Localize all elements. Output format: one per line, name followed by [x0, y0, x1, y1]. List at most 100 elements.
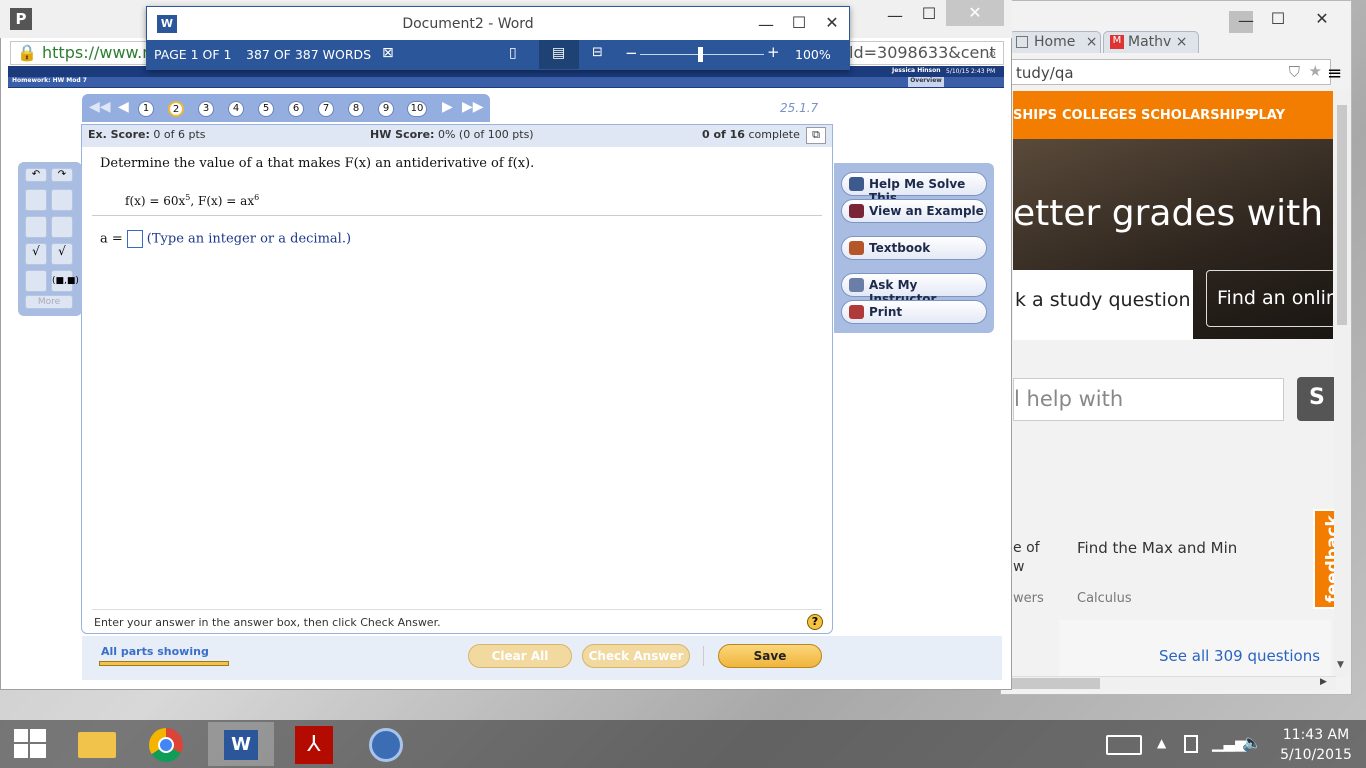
star-icon[interactable]: ★: [1309, 62, 1322, 80]
redo-icon[interactable]: ↷: [51, 168, 73, 182]
next-question-icon[interactable]: ▶: [442, 99, 453, 115]
question-number-current[interactable]: 2: [168, 101, 184, 117]
question-number[interactable]: 6: [288, 101, 304, 117]
sync-app-icon[interactable]: [354, 722, 420, 766]
question-number[interactable]: 3: [198, 101, 214, 117]
mixed-number-icon[interactable]: [51, 189, 73, 211]
hero-heading: etter grades with C: [1013, 193, 1352, 234]
view-example-button[interactable]: View an Example: [841, 199, 987, 223]
zoom-level[interactable]: 100%: [795, 47, 831, 62]
first-question-icon[interactable]: ◀◀: [89, 99, 111, 115]
proofing-icon[interactable]: ⊠: [382, 45, 394, 61]
menu-icon[interactable]: ≡: [1327, 63, 1342, 84]
button-label: View an Example: [869, 204, 984, 218]
last-question-icon[interactable]: ▶▶: [462, 99, 484, 115]
ask-instructor-button[interactable]: Ask My Instructor: [841, 273, 987, 306]
chrome-icon[interactable]: [134, 722, 200, 766]
help-me-solve-button[interactable]: Help Me Solve This: [841, 172, 987, 205]
print-button[interactable]: Print: [841, 300, 987, 324]
minimize-icon[interactable]: —: [880, 6, 910, 25]
print-layout-icon[interactable]: ▤: [552, 45, 565, 61]
exponent-icon[interactable]: [25, 216, 47, 238]
read-mode-icon[interactable]: ▯: [509, 45, 517, 61]
start-icon[interactable]: [14, 729, 46, 759]
interval-icon[interactable]: (■,■): [51, 270, 79, 292]
popout-icon[interactable]: ⧉: [806, 127, 826, 144]
question-number[interactable]: 5: [258, 101, 274, 117]
nav-item[interactable]: COLLEGES: [1062, 108, 1137, 123]
search-button[interactable]: S: [1297, 377, 1337, 421]
check-answer-button[interactable]: Check Answer: [582, 644, 690, 668]
scroll-down-icon[interactable]: ▼: [1337, 660, 1344, 670]
maximize-icon[interactable]: ☐: [1263, 9, 1293, 28]
maximize-icon[interactable]: ☐: [784, 13, 814, 32]
shield-icon[interactable]: ⛉: [1289, 63, 1300, 81]
close-icon[interactable]: ✕: [817, 13, 847, 32]
question-number[interactable]: 4: [228, 101, 244, 117]
tab-label: Find an onlin: [1217, 287, 1336, 309]
close-tab-icon[interactable]: ×: [1086, 34, 1098, 50]
complete-count: 0 of 16: [702, 128, 745, 141]
question-number[interactable]: 10: [407, 101, 427, 117]
page-count[interactable]: PAGE 1 OF 1: [154, 47, 232, 62]
question-card-title[interactable]: Find the Max and Min: [1077, 539, 1237, 557]
fraction-icon[interactable]: [25, 189, 47, 211]
close-icon[interactable]: ✕: [1307, 9, 1337, 28]
close-tab-icon[interactable]: ×: [1176, 34, 1188, 50]
search-icon[interactable]: ⌕: [988, 43, 997, 63]
homework-title: Homework: HW Mod 7: [12, 77, 87, 84]
clear-all-button[interactable]: Clear All: [468, 644, 572, 668]
minimize-icon[interactable]: —: [1231, 11, 1261, 30]
absolute-value-icon[interactable]: [51, 216, 73, 238]
textbook-button[interactable]: Textbook: [841, 236, 987, 260]
question-card[interactable]: e of w: [1013, 539, 1040, 577]
zoom-out-icon[interactable]: −: [625, 44, 638, 62]
user-name: Jessica Hinson: [892, 67, 941, 74]
question-number[interactable]: 9: [378, 101, 394, 117]
scroll-right-icon[interactable]: ▶: [1320, 677, 1327, 687]
show-hidden-icons-icon[interactable]: ▲: [1157, 736, 1166, 750]
more-tools-button[interactable]: More: [25, 295, 73, 309]
minimize-icon[interactable]: —: [751, 15, 781, 34]
undo-icon[interactable]: ↶: [25, 168, 47, 182]
previous-question-icon[interactable]: ◀: [118, 99, 129, 115]
word-count[interactable]: 387 OF 387 WORDS: [246, 47, 371, 62]
pearson-icon: P: [10, 8, 32, 30]
zoom-slider-thumb[interactable]: [698, 47, 703, 62]
word-taskbar-icon[interactable]: W: [208, 722, 274, 766]
see-all-link[interactable]: See all 309 questions: [1159, 647, 1320, 665]
acrobat-icon[interactable]: ⅄: [281, 722, 347, 766]
book-icon: [849, 241, 864, 255]
battery-icon[interactable]: [1184, 735, 1198, 753]
maximize-icon[interactable]: ☐: [914, 4, 944, 23]
study-search-input[interactable]: l help with: [1013, 378, 1284, 421]
zoom-in-icon[interactable]: +: [767, 43, 780, 61]
help-icon[interactable]: ?: [807, 614, 823, 630]
browser-tab-home[interactable]: Home ×: [1009, 31, 1101, 53]
file-explorer-icon[interactable]: [64, 722, 130, 766]
sqrt-icon[interactable]: √: [25, 243, 47, 265]
find-online-tab[interactable]: Find an onlin: [1206, 270, 1336, 327]
nav-item[interactable]: SHIPS: [1013, 108, 1057, 123]
system-clock[interactable]: 11:43 AM 5/10/2015: [1268, 725, 1364, 765]
save-button[interactable]: Save: [718, 644, 822, 668]
scrollbar-thumb[interactable]: [1337, 105, 1347, 325]
web-layout-icon[interactable]: ⊟: [592, 45, 603, 60]
volume-icon[interactable]: 🔈: [1242, 733, 1262, 752]
homework-subbar: Homework: HW Mod 7 Overview: [8, 77, 1004, 87]
browser-tab-math[interactable]: M Mathv ×: [1103, 31, 1199, 53]
see-all-section: See all 309 questions: [1059, 620, 1331, 676]
nth-root-icon[interactable]: √: [51, 243, 73, 265]
nav-item[interactable]: SCHOLARSHIPS: [1141, 108, 1254, 123]
keyboard-icon[interactable]: [1106, 735, 1142, 755]
answer-input[interactable]: [126, 230, 143, 248]
question-number[interactable]: 1: [138, 101, 154, 117]
question-number[interactable]: 8: [348, 101, 364, 117]
overview-button[interactable]: Overview: [908, 77, 944, 87]
address-bar[interactable]: tudy/qa ⛉ ★: [1009, 59, 1331, 85]
subscript-icon[interactable]: [25, 270, 47, 292]
question-number[interactable]: 7: [318, 101, 334, 117]
close-icon[interactable]: ✕: [946, 0, 1004, 26]
study-question-tab[interactable]: k a study question: [1013, 270, 1193, 340]
nav-item[interactable]: PLAY: [1249, 108, 1285, 123]
